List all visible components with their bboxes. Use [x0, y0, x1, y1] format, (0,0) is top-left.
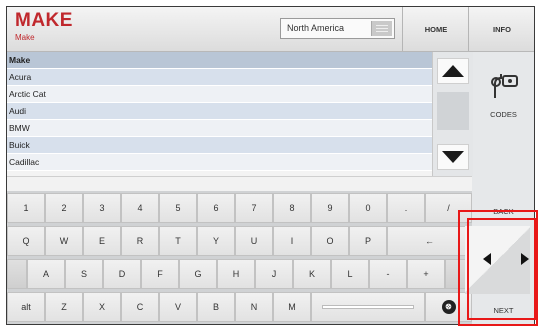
key-m[interactable]: M [273, 292, 311, 322]
region-select[interactable]: North America [280, 18, 395, 39]
key-b[interactable]: B [197, 292, 235, 322]
triangle-up-icon [442, 65, 464, 77]
key-l[interactable]: L [331, 259, 369, 289]
space-bar[interactable] [311, 292, 425, 322]
key-v[interactable]: V [159, 292, 197, 322]
list-footer-strip [7, 176, 472, 191]
scroll-up-button[interactable] [437, 58, 469, 84]
key-n[interactable]: N [235, 292, 273, 322]
key-6[interactable]: 6 [197, 193, 235, 223]
key-p[interactable]: P [349, 226, 387, 256]
make-list: Make Acura Arctic Cat Audi BMW Buick Cad… [7, 52, 432, 176]
list-column-header: Make [7, 52, 432, 69]
key-period[interactable]: . [387, 193, 425, 223]
key-u[interactable]: U [235, 226, 273, 256]
codes-label: CODES [490, 110, 517, 119]
key-f[interactable]: F [141, 259, 179, 289]
region-select-value: North America [287, 23, 345, 33]
device-screen: MAKE Make North America HOME INFO Make A… [6, 6, 535, 325]
alt-key[interactable]: alt [7, 292, 45, 322]
key-d[interactable]: D [103, 259, 141, 289]
key-e[interactable]: E [83, 226, 121, 256]
key-1[interactable]: 1 [7, 193, 45, 223]
header-bar: MAKE Make North America HOME INFO [7, 7, 534, 52]
key-i[interactable]: I [273, 226, 311, 256]
page-title: MAKE [15, 10, 73, 31]
key-t[interactable]: T [159, 226, 197, 256]
key-q[interactable]: Q [7, 226, 45, 256]
key-4[interactable]: 4 [121, 193, 159, 223]
key-7[interactable]: 7 [235, 193, 273, 223]
home-button[interactable]: HOME [402, 7, 469, 51]
key-h[interactable]: H [217, 259, 255, 289]
key-0[interactable]: 0 [349, 193, 387, 223]
key-k[interactable]: K [293, 259, 331, 289]
annotation-highlight-inner [467, 218, 536, 320]
key-a[interactable]: A [27, 259, 65, 289]
key-8[interactable]: 8 [273, 193, 311, 223]
scroll-thumb[interactable] [437, 92, 469, 130]
key-card-icon [491, 74, 518, 98]
on-screen-keyboard: 1 2 3 4 5 6 7 8 9 0 . / Q W E R T Y U I … [7, 191, 472, 324]
key-2[interactable]: 2 [45, 193, 83, 223]
key-j[interactable]: J [255, 259, 293, 289]
list-item[interactable]: Audi [7, 103, 432, 120]
list-item[interactable]: Arctic Cat [7, 86, 432, 103]
key-x[interactable]: X [83, 292, 121, 322]
scroll-down-button[interactable] [437, 144, 469, 170]
key-5[interactable]: 5 [159, 193, 197, 223]
menu-lines-icon[interactable] [371, 21, 392, 36]
key-dash[interactable]: - [369, 259, 407, 289]
codes-button[interactable]: CODES [473, 52, 534, 176]
space-bar-indicator [322, 305, 414, 309]
list-item[interactable]: BMW [7, 120, 432, 137]
key-3[interactable]: 3 [83, 193, 121, 223]
list-item[interactable]: Cadillac [7, 154, 432, 171]
page-subtitle: Make [15, 33, 35, 42]
key-y[interactable]: Y [197, 226, 235, 256]
triangle-down-icon [442, 151, 464, 163]
list-scrollbar[interactable] [432, 52, 473, 176]
list-item[interactable]: Buick [7, 137, 432, 154]
key-s[interactable]: S [65, 259, 103, 289]
key-spacer [7, 259, 27, 289]
key-w[interactable]: W [45, 226, 83, 256]
key-o[interactable]: O [311, 226, 349, 256]
key-g[interactable]: G [179, 259, 217, 289]
key-z[interactable]: Z [45, 292, 83, 322]
info-button[interactable]: INFO [468, 7, 534, 51]
key-r[interactable]: R [121, 226, 159, 256]
key-c[interactable]: C [121, 292, 159, 322]
list-item[interactable]: Acura [7, 69, 432, 86]
key-plus[interactable]: + [407, 259, 445, 289]
key-9[interactable]: 9 [311, 193, 349, 223]
clear-circle-icon: ⊗ [441, 300, 456, 314]
